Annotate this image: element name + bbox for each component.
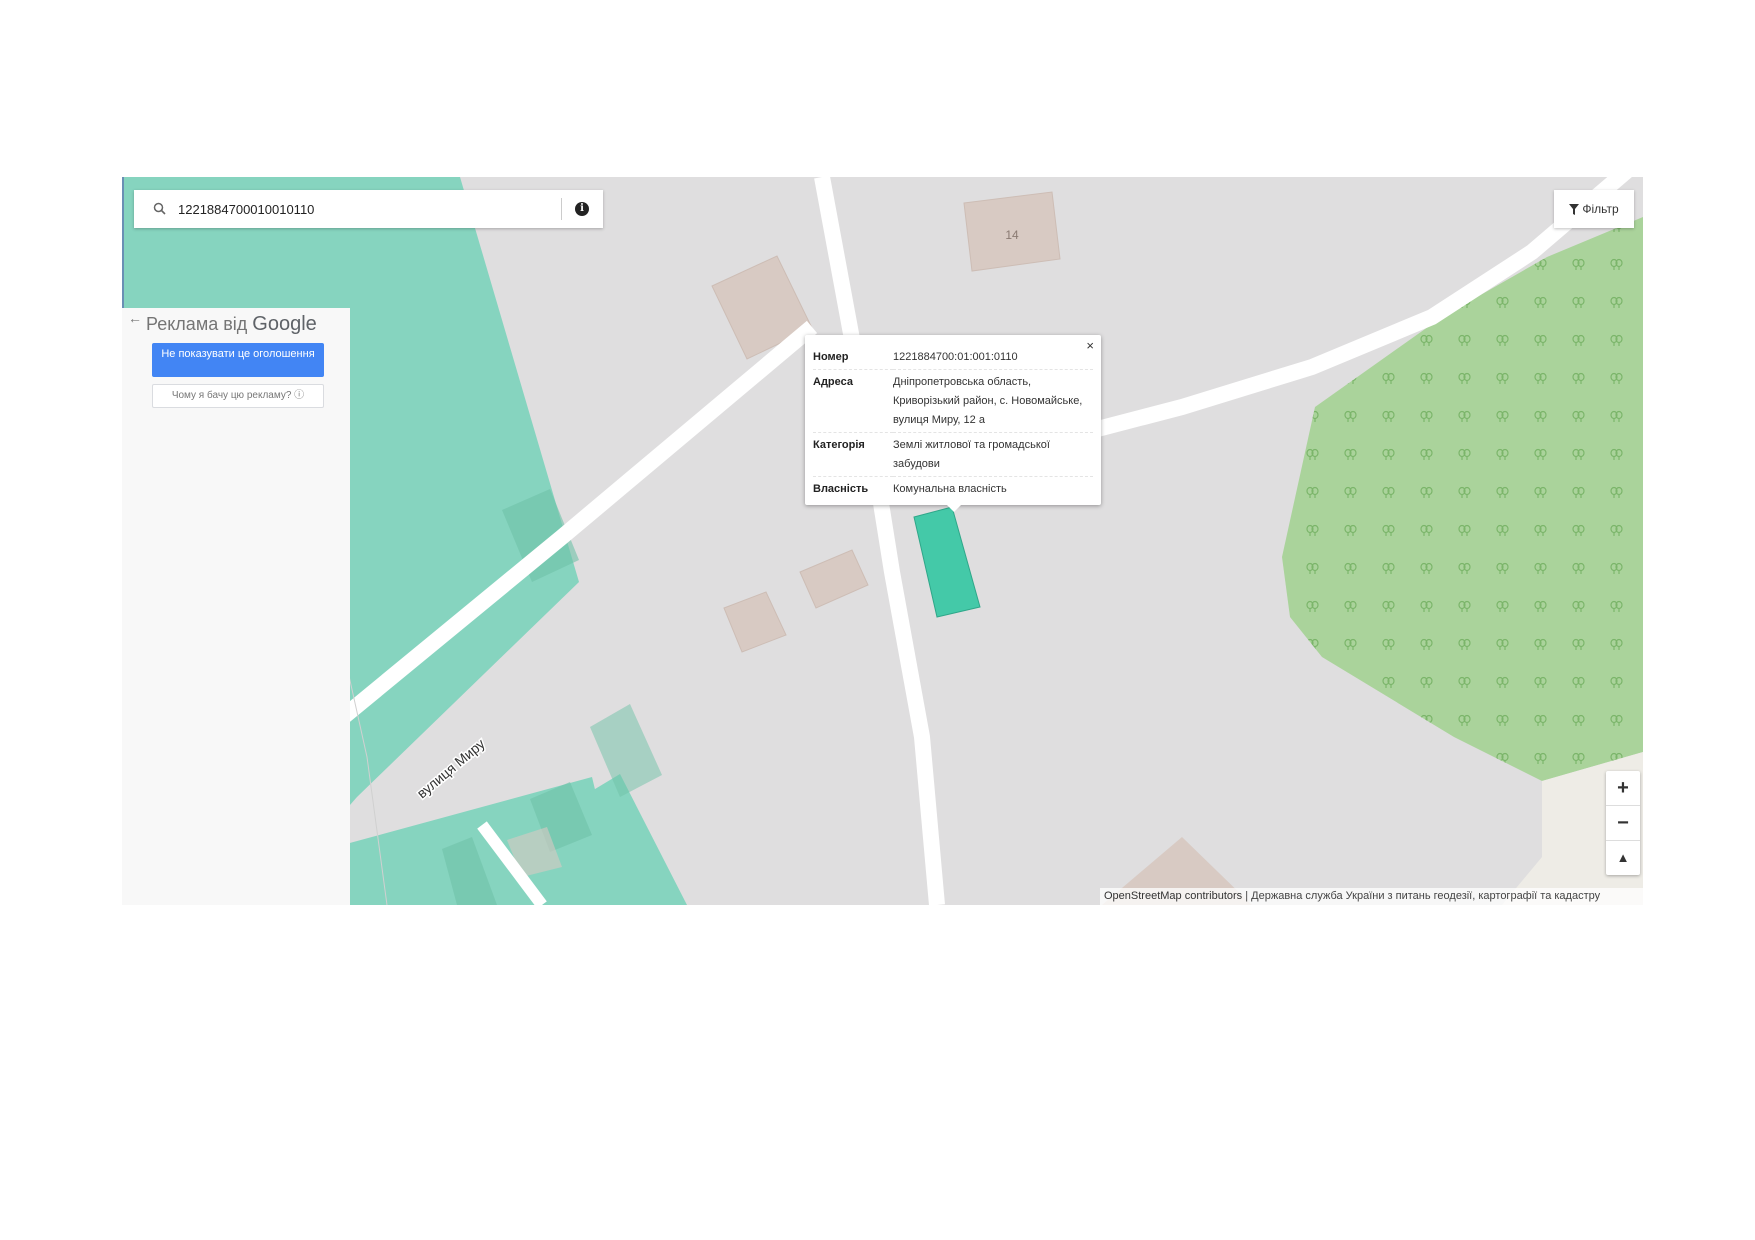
row-key: Власність: [813, 483, 869, 495]
attribution-separator: |: [1242, 890, 1252, 902]
filter-button[interactable]: Фільтр: [1554, 190, 1634, 228]
map-attribution: OpenStreetMap contributors | Державна сл…: [1100, 888, 1643, 905]
filter-icon: [1569, 204, 1580, 215]
table-row: Власність Комунальна власність: [813, 477, 1093, 502]
building: [799, 549, 869, 609]
agency-attribution: Державна служба України з питань геодезі…: [1251, 890, 1601, 902]
popup-tip: [945, 503, 963, 512]
filter-label: Фільтр: [1582, 202, 1619, 216]
search-separator: [561, 198, 562, 220]
table-row: Номер 1221884700:01:001:0110: [813, 345, 1093, 370]
cadastral-search-input[interactable]: [174, 198, 562, 220]
map-canvas[interactable]: 14 вулиця Миру i Фільтр ← Реклама від Go…: [122, 177, 1643, 905]
row-value: 1221884700:01:001:0110: [893, 345, 1093, 370]
osm-attribution-link[interactable]: OpenStreetMap contributors: [1104, 890, 1242, 902]
street-label: вулиця Миру: [414, 735, 488, 801]
search-bar: i: [134, 190, 603, 228]
building: [723, 591, 787, 653]
row-key: Номер: [813, 345, 893, 370]
row-value: Землі житлової та громадської забудови: [893, 432, 1093, 477]
why-this-ad-button[interactable]: Чому я бачу цю рекламу? ⓘ: [152, 384, 324, 408]
info-icon[interactable]: i: [575, 202, 589, 216]
house-number: 14: [1005, 228, 1019, 242]
row-key: Адреса: [813, 369, 893, 433]
table-row: Адреса Дніпропетровська область, Криворі…: [813, 369, 1093, 433]
ad-title: Реклама від Google: [146, 313, 317, 336]
table-row: Категорія Землі житлової та громадської …: [813, 432, 1093, 477]
search-icon: [153, 202, 166, 215]
row-value: Комунальна власність: [893, 483, 1007, 495]
row-value: Дніпропетровська область, Криворізький р…: [893, 369, 1093, 433]
parcel-info-table: Номер 1221884700:01:001:0110 Адреса Дніп…: [813, 345, 1093, 501]
zoom-out-button[interactable]: −: [1606, 806, 1640, 841]
ad-title-prefix: Реклама від: [146, 314, 253, 334]
ad-back-icon[interactable]: ←: [128, 310, 142, 326]
hide-ad-button[interactable]: Не показувати це оголошення: [152, 343, 324, 377]
building: [590, 704, 662, 797]
ad-title-brand: Google: [252, 313, 317, 335]
ad-panel: ← Реклама від Google Не показувати це ог…: [122, 308, 350, 905]
row-key: Категорія: [813, 432, 893, 477]
selected-parcel: [913, 506, 981, 618]
zoom-control: + − ▲: [1606, 771, 1640, 875]
north-arrow-icon[interactable]: ▲: [1606, 841, 1640, 875]
parcel-info-popup: × Номер 1221884700:01:001:0110 Адреса Дн…: [805, 335, 1101, 512]
map-layer: 14 вулиця Миру: [122, 177, 1643, 905]
zoom-in-button[interactable]: +: [1606, 771, 1640, 806]
